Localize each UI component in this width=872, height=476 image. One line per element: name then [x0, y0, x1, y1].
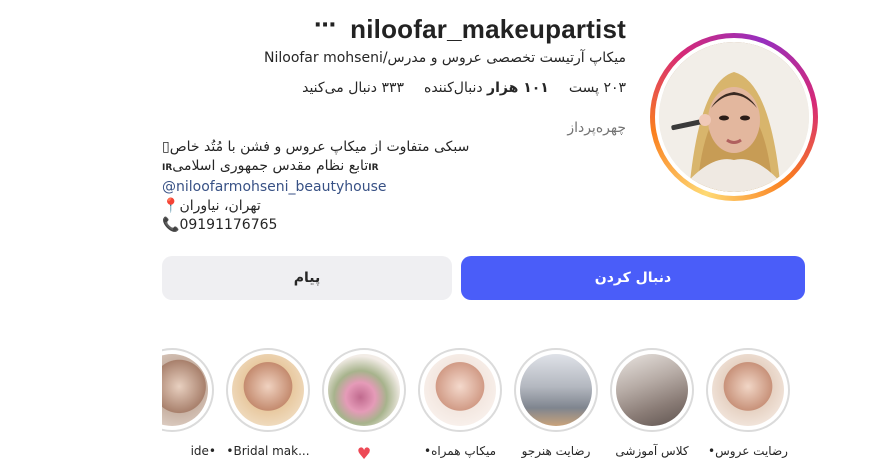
bio-phone-text: 09191176765	[179, 217, 278, 233]
highlight-cover	[520, 354, 592, 426]
highlight-cover	[162, 354, 208, 426]
username-row: ⋯ niloofar_makeupartist	[314, 14, 626, 45]
bio-line-4: 📍تهران، نیاوران	[162, 197, 469, 216]
phone-icon: 📞	[162, 217, 180, 233]
iran-flag-icon-2: IR	[162, 163, 173, 173]
highlight-cover	[424, 354, 496, 426]
highlight-item[interactable]: •رضایت عروس	[704, 348, 792, 458]
highlight-item[interactable]: •Bridal mak...	[224, 348, 312, 458]
highlight-cover-ring	[162, 348, 214, 432]
highlight-cover-ring	[610, 348, 694, 432]
highlight-cover-ring	[226, 348, 310, 432]
highlight-cover-ring	[322, 348, 406, 432]
avatar-portrait-image	[659, 42, 809, 192]
location-pin-icon: 📍	[162, 198, 180, 214]
profile-username: niloofar_makeupartist	[350, 14, 626, 44]
profile-avatar-ring[interactable]	[650, 33, 818, 201]
highlight-label: •رضایت عروس	[708, 444, 788, 458]
highlight-item[interactable]: کلاس آموزشی	[608, 348, 696, 458]
following-count[interactable]: ۳۳۳ دنبال می‌کنید	[302, 80, 404, 96]
profile-avatar	[659, 42, 809, 192]
iran-flag-icon: IR	[368, 163, 379, 173]
profile-fullname: میکاپ آرتیست تخصصی عروس و مدرس/Niloofar …	[264, 50, 626, 66]
highlight-cover-ring	[706, 348, 790, 432]
bio-mention-link[interactable]: @niloofarmohseni_beautyhouse	[162, 178, 469, 197]
posts-count[interactable]: ۲۰۳ پست	[569, 80, 626, 96]
highlight-item[interactable]: رضایت هنرجو	[512, 348, 600, 458]
box-glyph-icon: ▯	[162, 139, 170, 155]
highlight-cover-ring	[514, 348, 598, 432]
highlight-item[interactable]: •میکاپ همراه	[416, 348, 504, 458]
highlight-cover-ring	[418, 348, 502, 432]
highlight-label: •Bridal mak...	[226, 444, 310, 458]
followers-label: دنبال‌کننده	[424, 80, 483, 96]
follow-button[interactable]: دنبال کردن	[461, 256, 805, 300]
highlight-cover	[328, 354, 400, 426]
highlight-label: •میکاپ همراه	[423, 444, 497, 458]
heart-icon: ♥	[356, 444, 372, 463]
bio-line-1-text: سبکی متفاوت از میکاپ عروس و فشن با مُتُد…	[169, 139, 470, 155]
message-button[interactable]: پیام	[162, 256, 452, 300]
highlight-cover	[232, 354, 304, 426]
avatar-frame	[655, 38, 813, 196]
story-highlights: •رضایت عروس کلاس آموزشی رضایت هنرجو •میک…	[162, 344, 806, 476]
bio-line-2: IRتابع نظام مقدس جمهوری اسلامیIR	[162, 157, 469, 178]
highlight-label: کلاس آموزشی	[615, 444, 689, 458]
bio-line-5: 📞09191176765	[162, 216, 469, 235]
more-options-icon[interactable]: ⋯	[314, 14, 336, 37]
highlight-cover	[712, 354, 784, 426]
bio-line-2-text: تابع نظام مقدس جمهوری اسلامی	[172, 158, 369, 174]
profile-bio: سبکی متفاوت از میکاپ عروس و فشن با مُتُد…	[162, 138, 469, 235]
highlight-label: ide•	[190, 444, 216, 458]
highlight-cover	[616, 354, 688, 426]
highlight-item[interactable]: ♥	[320, 348, 408, 463]
followers-stat[interactable]: ۱۰۱ هزار دنبال‌کننده	[424, 80, 549, 96]
bio-line-1: سبکی متفاوت از میکاپ عروس و فشن با مُتُد…	[162, 138, 469, 157]
bio-location-text: تهران، نیاوران	[179, 198, 261, 214]
highlight-item[interactable]: ide•	[162, 348, 216, 458]
profile-category: چهره‌پرداز	[567, 120, 626, 136]
followers-count: ۱۰۱ هزار	[487, 80, 549, 96]
highlight-label: رضایت هنرجو	[521, 444, 591, 458]
profile-stats: ۲۰۳ پست ۱۰۱ هزار دنبال‌کننده ۳۳۳ دنبال م…	[302, 80, 626, 96]
